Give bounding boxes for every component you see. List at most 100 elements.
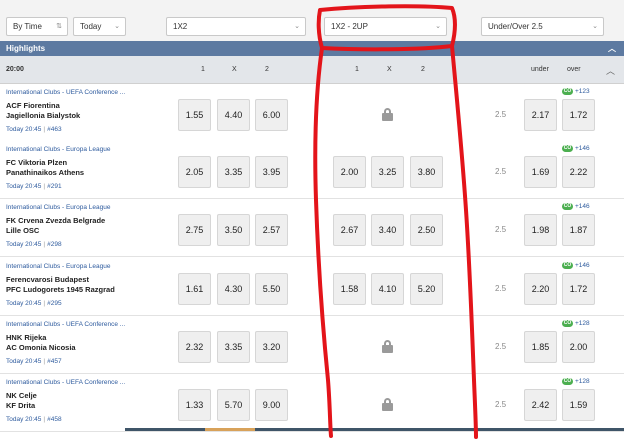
odds-button-1x2-2up[interactable]: 3.80 [410, 156, 443, 188]
odds-button-1x2[interactable]: 4.40 [217, 99, 250, 131]
odds-button-1x2-2up[interactable]: 3.40 [371, 214, 404, 246]
odds-button-over[interactable]: 1.87 [562, 214, 595, 246]
home-team-name[interactable]: HNK Rijeka [6, 333, 46, 342]
odds-button-1x2[interactable]: 3.35 [217, 156, 250, 188]
highlights-title: Highlights [6, 44, 46, 53]
odds-button-1x2[interactable]: 1.61 [178, 273, 211, 305]
match-time: Today 20:45 [6, 241, 42, 248]
league-link[interactable]: International Clubs - UEFA Conference ..… [6, 89, 125, 96]
odds-button-over[interactable]: 2.00 [562, 331, 595, 363]
match-meta: Today 20:45 | #463 [6, 126, 62, 133]
match-time: Today 20:45 [6, 126, 42, 133]
match-time: Today 20:45 [6, 300, 42, 307]
odds-button-1x2[interactable]: 3.95 [255, 156, 288, 188]
sort-select[interactable]: By Time ⇅ [6, 17, 68, 36]
odds-button-1x2[interactable]: 2.32 [178, 331, 211, 363]
match-code: #291 [47, 183, 62, 190]
goal-line-value: 2.5 [495, 225, 507, 234]
match-code: #295 [47, 300, 62, 307]
odds-button-under[interactable]: 1.85 [524, 331, 557, 363]
odds-button-under[interactable]: 2.17 [524, 99, 557, 131]
highlights-bar[interactable]: Highlights ︿ [0, 41, 624, 56]
away-team-name[interactable]: Panathinaikos Athens [6, 168, 84, 177]
odds-button-over[interactable]: 2.22 [562, 156, 595, 188]
day-select[interactable]: Today ⌄ [73, 17, 126, 36]
league-link[interactable]: International Clubs - Europa League [6, 146, 110, 153]
goal-line-value: 2.5 [495, 342, 507, 351]
chevron-up-icon[interactable]: ︿ [606, 64, 615, 77]
away-team-name[interactable]: Jagiellonia Bialystok [6, 111, 80, 120]
more-markets-count: +146 [575, 145, 590, 153]
meta-separator: | [43, 300, 46, 307]
match-meta: Today 20:45 | #457 [6, 358, 62, 365]
column-m2-home: 1 [355, 66, 359, 73]
odds-button-1x2[interactable]: 3.20 [255, 331, 288, 363]
more-markets-link[interactable]: CO +128 [562, 378, 590, 385]
market3-select-label: Under/Over 2.5 [488, 22, 543, 31]
column-m1-home: 1 [201, 66, 205, 73]
lock-icon [382, 340, 393, 353]
odds-button-1x2[interactable]: 5.50 [255, 273, 288, 305]
odds-button-over[interactable]: 1.59 [562, 389, 595, 421]
column-over: over [567, 66, 581, 73]
odds-button-1x2-2up[interactable]: 2.00 [333, 156, 366, 188]
column-m1-away: 2 [265, 66, 269, 73]
odds-button-1x2[interactable]: 9.00 [255, 389, 288, 421]
odds-button-1x2-2up[interactable]: 1.58 [333, 273, 366, 305]
home-team-name[interactable]: FC Viktoria Plzen [6, 158, 67, 167]
chevron-up-icon[interactable]: ︿ [608, 41, 616, 56]
odds-button-under[interactable]: 2.20 [524, 273, 557, 305]
odds-button-1x2-2up[interactable]: 3.25 [371, 156, 404, 188]
odds-button-1x2[interactable]: 3.35 [217, 331, 250, 363]
home-team-name[interactable]: FK Crvena Zvezda Belgrade [6, 216, 105, 225]
odds-button-1x2[interactable]: 2.05 [178, 156, 211, 188]
home-team-name[interactable]: ACF Fiorentina [6, 101, 60, 110]
away-team-name[interactable]: AC Omonia Nicosia [6, 343, 76, 352]
odds-button-under[interactable]: 1.69 [524, 156, 557, 188]
more-markets-link[interactable]: CO +128 [562, 320, 590, 327]
away-team-name[interactable]: KF Drita [6, 401, 35, 410]
odds-button-1x2-2up[interactable]: 5.20 [410, 273, 443, 305]
meta-separator: | [43, 416, 46, 423]
odds-button-1x2[interactable]: 5.70 [217, 389, 250, 421]
odds-button-1x2-2up[interactable]: 4.10 [371, 273, 404, 305]
odds-button-under[interactable]: 2.42 [524, 389, 557, 421]
home-team-name[interactable]: NK Celje [6, 391, 37, 400]
odds-button-over[interactable]: 1.72 [562, 273, 595, 305]
odds-button-1x2[interactable]: 1.55 [178, 99, 211, 131]
odds-button-1x2[interactable]: 3.50 [217, 214, 250, 246]
market3-select[interactable]: Under/Over 2.5 ⌄ [481, 17, 604, 36]
scrollbar-thumb[interactable] [205, 428, 255, 431]
more-markets-link[interactable]: CO +146 [562, 145, 590, 152]
match-row: International Clubs - Europa League FK Cr… [0, 199, 624, 257]
market1-select[interactable]: 1X2 ⌄ [166, 17, 306, 36]
odds-button-1x2[interactable]: 1.33 [178, 389, 211, 421]
odds-button-1x2[interactable]: 2.75 [178, 214, 211, 246]
league-link[interactable]: International Clubs - Europa League [6, 263, 110, 270]
horizontal-scrollbar[interactable] [125, 428, 624, 431]
match-code: #458 [47, 416, 62, 423]
league-link[interactable]: International Clubs - UEFA Conference ..… [6, 379, 125, 386]
cashout-badge-icon: CO [562, 145, 573, 152]
league-link[interactable]: International Clubs - UEFA Conference ..… [6, 321, 125, 328]
market2-select[interactable]: 1X2 - 2UP ⌄ [324, 17, 447, 36]
odds-button-1x2[interactable]: 6.00 [255, 99, 288, 131]
odds-button-over[interactable]: 1.72 [562, 99, 595, 131]
away-team-name[interactable]: PFC Ludogorets 1945 Razgrad [6, 285, 115, 294]
odds-button-under[interactable]: 1.98 [524, 214, 557, 246]
more-markets-link[interactable]: CO +123 [562, 88, 590, 95]
column-m2-draw: X [387, 66, 392, 73]
more-markets-link[interactable]: CO +146 [562, 203, 590, 210]
market2-select-label: 1X2 - 2UP [331, 22, 368, 31]
match-row: International Clubs - UEFA Conference ..… [0, 374, 624, 432]
away-team-name[interactable]: Lille OSC [6, 226, 39, 235]
match-time: Today 20:45 [6, 358, 42, 365]
sort-select-label: By Time [13, 22, 42, 31]
odds-button-1x2-2up[interactable]: 2.50 [410, 214, 443, 246]
more-markets-link[interactable]: CO +146 [562, 262, 590, 269]
odds-button-1x2[interactable]: 2.57 [255, 214, 288, 246]
odds-button-1x2-2up[interactable]: 2.67 [333, 214, 366, 246]
home-team-name[interactable]: Ferencvarosi Budapest [6, 275, 89, 284]
league-link[interactable]: International Clubs - Europa League [6, 204, 110, 211]
odds-button-1x2[interactable]: 4.30 [217, 273, 250, 305]
